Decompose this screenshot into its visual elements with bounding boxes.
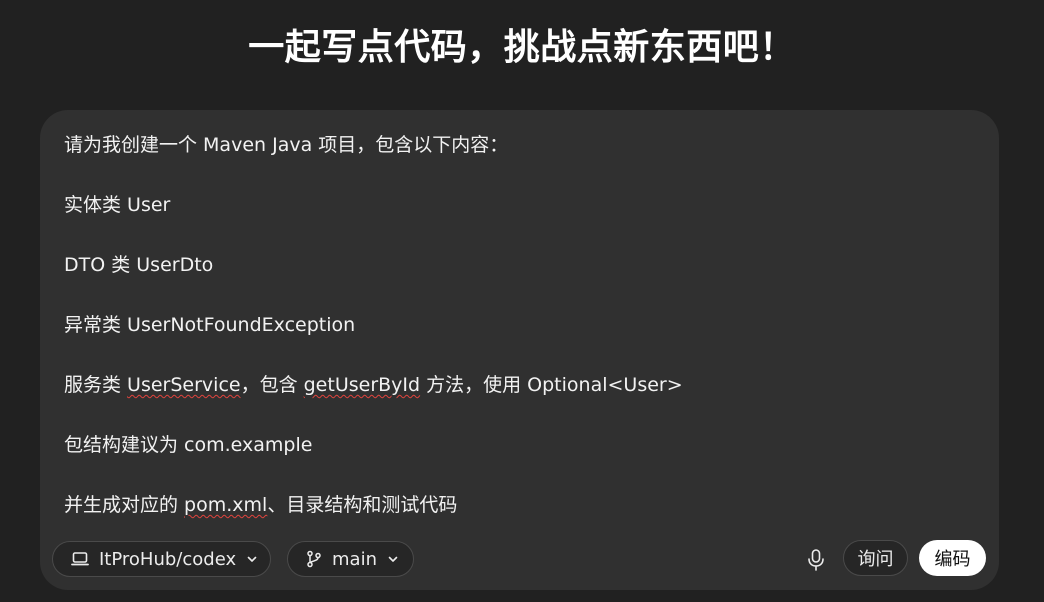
repo-selector-label: ItProHub/codex [99, 548, 237, 570]
voice-input-button[interactable] [800, 544, 832, 576]
prompt-text: ，包含 [240, 374, 304, 396]
prompt-text: 服务类 [64, 374, 128, 396]
misspelled-word: getUserById [303, 374, 421, 396]
chevron-down-icon [247, 556, 257, 562]
microphone-icon [808, 549, 824, 571]
prompt-line: 异常类 UserNotFoundException [64, 314, 356, 336]
git-branch-icon [307, 550, 321, 568]
prompt-line: 并生成对应的 pom.xml、目录结构和测试代码 [64, 490, 964, 520]
prompt-line: 包结构建议为 com.example [64, 434, 313, 456]
repo-selector[interactable]: ItProHub/codex [52, 541, 271, 577]
page-title: 一起写点代码，挑战点新东西吧！ [248, 27, 796, 68]
branch-selector-label: main [332, 548, 377, 570]
prompt-line: 服务类 UserService，包含 getUserById 方法，使用 Opt… [64, 370, 964, 400]
prompt-text: 、目录结构和测试代码 [267, 494, 458, 516]
prompt-line: 实体类 User [64, 194, 171, 216]
misspelled-word: pom.xml [184, 494, 268, 516]
chevron-down-icon [388, 556, 398, 562]
laptop-icon [71, 552, 89, 566]
composer-toolbar: ItProHub/codex main 询问 编码 [40, 540, 999, 580]
prompt-textarea[interactable]: 请为我创建一个 Maven Java 项目，包含以下内容： 实体类 User D… [64, 130, 964, 530]
prompt-text: 方法，使用 Optional<User> [420, 374, 683, 396]
misspelled-word: UserService [127, 374, 241, 396]
branch-selector[interactable]: main [287, 541, 414, 577]
code-button[interactable]: 编码 [919, 540, 986, 576]
prompt-composer[interactable]: 请为我创建一个 Maven Java 项目，包含以下内容： 实体类 User D… [40, 110, 999, 590]
page: 一起写点代码，挑战点新东西吧！ 请为我创建一个 Maven Java 项目，包含… [0, 0, 1044, 602]
ask-button[interactable]: 询问 [843, 540, 908, 576]
prompt-line: DTO 类 UserDto [64, 254, 214, 276]
prompt-line: 请为我创建一个 Maven Java 项目，包含以下内容： [64, 134, 509, 156]
prompt-text: 并生成对应的 [64, 494, 185, 516]
